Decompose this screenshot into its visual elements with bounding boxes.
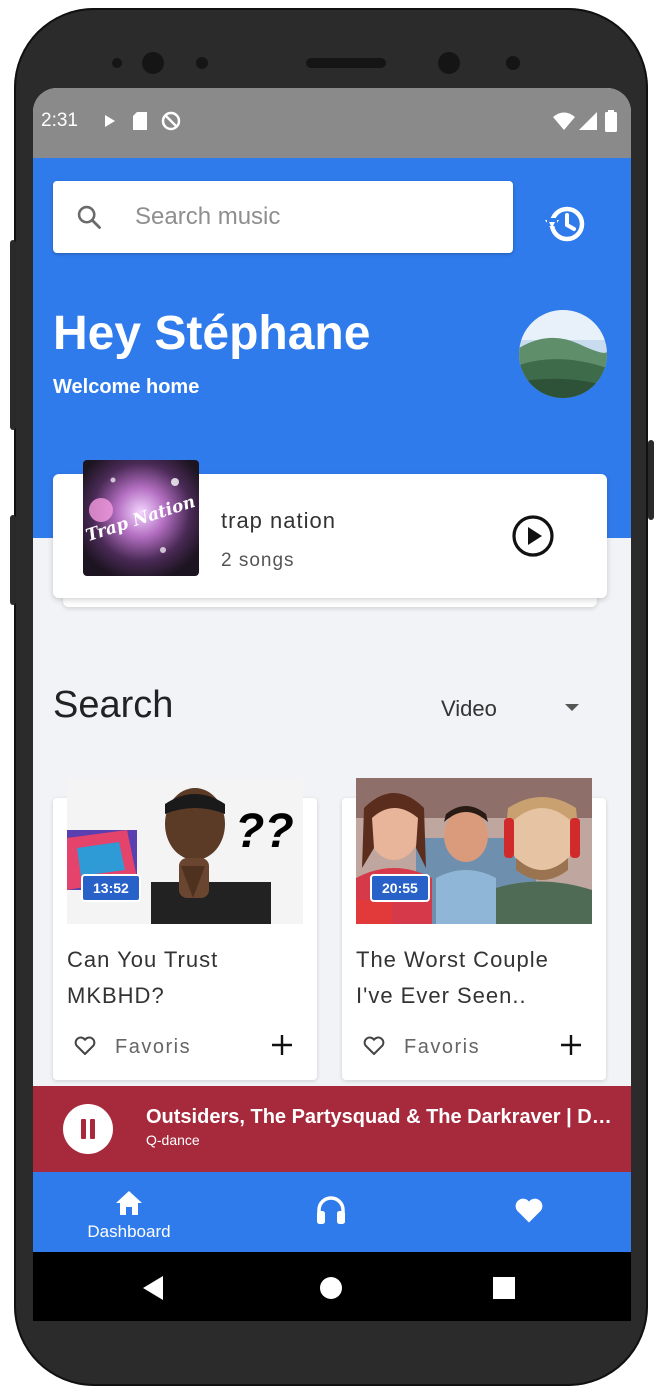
video-title: The Worst Couple I've Ever Seen..	[356, 947, 549, 1008]
search-placeholder: Search music	[135, 203, 281, 230]
avatar[interactable]	[519, 310, 607, 398]
history-icon[interactable]	[541, 200, 589, 248]
status-time: 2:31	[41, 110, 78, 131]
heart-outline-icon[interactable]	[362, 1034, 386, 1058]
nav-dashboard[interactable]: Dashboard	[73, 1172, 185, 1252]
phone-camera	[142, 52, 164, 74]
album-art: Trap Nation	[83, 460, 199, 576]
back-icon[interactable]	[143, 1276, 165, 1300]
video-thumbnail[interactable]: 20:55	[356, 778, 592, 924]
system-navigation-bar	[33, 1252, 631, 1321]
recents-icon[interactable]	[493, 1277, 515, 1299]
video-duration-badge: 20:55	[370, 874, 430, 902]
phone-sensor	[196, 57, 208, 69]
now-playing-title: Outsiders, The Partysquad & The Darkrave…	[146, 1106, 616, 1128]
playlist-song-count: 2 songs	[221, 550, 295, 571]
nav-favorites[interactable]	[499, 1172, 559, 1252]
greeting-subtitle: Welcome home	[53, 376, 200, 398]
nav-dashboard-label: Dashboard	[87, 1222, 171, 1241]
phone-speaker	[306, 58, 386, 68]
battery-icon	[605, 110, 617, 132]
pause-button[interactable]	[63, 1104, 113, 1154]
headphones-icon	[317, 1196, 345, 1224]
search-input[interactable]: Search music	[53, 181, 513, 253]
home-circle-icon[interactable]	[319, 1276, 343, 1300]
now-playing-artist: Q-dance	[146, 1132, 200, 1148]
video-card[interactable]: 20:55 The Worst Couple I've Ever Seen.. …	[342, 778, 606, 1080]
video-card[interactable]: ?? 13:52 Can You Trust MKBHD? Favoris	[53, 778, 317, 1080]
greeting-title: Hey Stéphane	[53, 307, 371, 360]
heart-outline-icon[interactable]	[73, 1034, 97, 1058]
sd-card-icon	[133, 112, 147, 130]
nav-headphones[interactable]	[301, 1172, 361, 1252]
add-icon[interactable]	[269, 1032, 295, 1058]
wifi-icon	[553, 112, 575, 130]
phone-sensor	[506, 56, 520, 70]
pause-icon	[81, 1119, 86, 1139]
phone-side-button	[648, 440, 654, 520]
dropdown-caret-icon[interactable]	[565, 704, 579, 711]
search-icon	[77, 205, 101, 229]
home-icon	[116, 1191, 142, 1215]
status-bar: 2:31	[33, 88, 631, 158]
phone-camera	[438, 52, 460, 74]
section-title: Search	[53, 684, 174, 726]
video-duration-badge: 13:52	[81, 874, 141, 902]
add-icon[interactable]	[558, 1032, 584, 1058]
signal-icon	[579, 112, 597, 130]
bottom-navigation: Dashboard	[33, 1172, 631, 1252]
play-status-icon	[105, 115, 115, 127]
type-filter-select[interactable]: Video	[441, 696, 497, 722]
favorite-label[interactable]: Favoris	[404, 1036, 480, 1059]
now-playing-bar[interactable]: Outsiders, The Partysquad & The Darkrave…	[33, 1086, 631, 1172]
app-screen: 2:31 Search music Hey Stéphane Welcome h…	[33, 88, 631, 1321]
favorite-label[interactable]: Favoris	[115, 1036, 191, 1059]
heart-icon	[515, 1198, 543, 1223]
playlist-card[interactable]: Trap Nation trap nation 2 songs	[53, 460, 607, 598]
thumbnail-overlay-text: ??	[235, 805, 294, 858]
phone-power-button	[10, 515, 16, 605]
playlist-title: trap nation	[221, 508, 336, 533]
phone-volume-button	[10, 240, 16, 430]
video-thumbnail[interactable]: ?? 13:52	[67, 778, 303, 924]
sync-disabled-icon	[161, 111, 181, 131]
video-title: Can You Trust MKBHD?	[67, 947, 219, 1008]
phone-sensor	[112, 58, 122, 68]
play-circle-icon[interactable]	[511, 514, 555, 558]
pause-icon	[90, 1119, 95, 1139]
